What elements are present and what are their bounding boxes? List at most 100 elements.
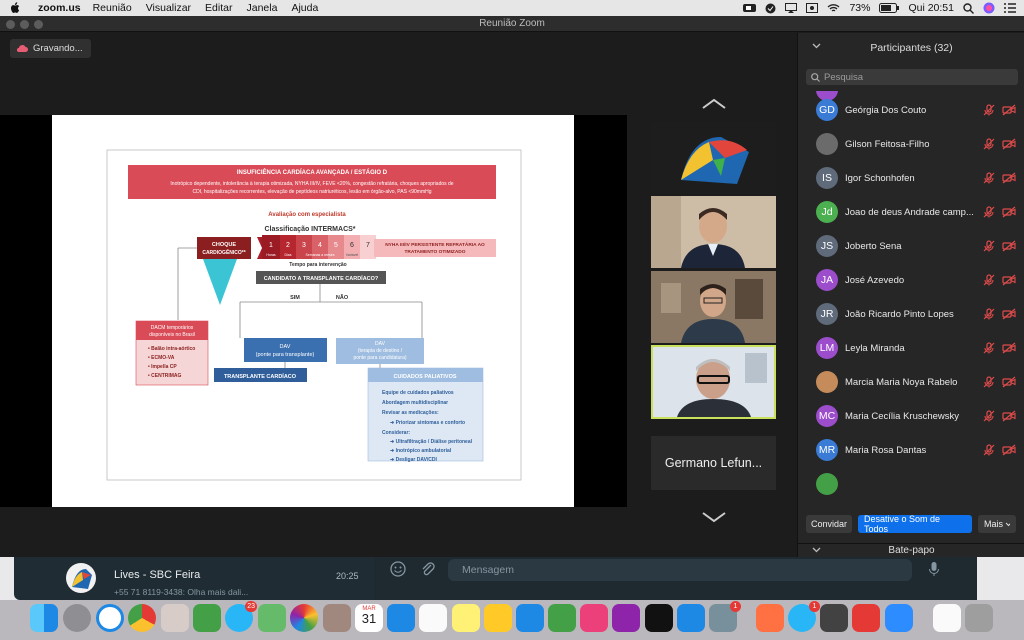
participant-row[interactable]: JS Joberto Sena [798, 229, 1024, 263]
reminders-icon[interactable] [419, 604, 447, 632]
participant-row[interactable]: Marcia Maria Noya Rabelo [798, 365, 1024, 399]
airplay-icon[interactable] [785, 3, 798, 13]
notification-center-icon[interactable] [1004, 3, 1016, 13]
microphone-icon[interactable] [928, 561, 940, 577]
participant-row[interactable]: Jd Joao de deus Andrade camp... [798, 195, 1024, 229]
video-off-icon[interactable] [1002, 240, 1016, 252]
podcasts-icon[interactable] [612, 604, 640, 632]
photos-icon[interactable] [290, 604, 318, 632]
whatsapp-dock-icon[interactable]: 1 [788, 601, 820, 632]
muted-mic-icon[interactable] [983, 376, 995, 388]
close-window-icon[interactable] [6, 20, 15, 29]
participant-row[interactable]: MR Maria Rosa Dantas [798, 433, 1024, 467]
chat-header[interactable]: Bate-papo [798, 543, 1024, 557]
video-off-icon[interactable] [1002, 104, 1016, 116]
system-preferences-icon[interactable]: 1 [709, 601, 741, 632]
facetime-icon[interactable] [193, 604, 221, 632]
launchpad-icon[interactable] [63, 604, 91, 632]
video-off-icon[interactable] [1002, 308, 1016, 320]
music-icon[interactable] [580, 604, 608, 632]
clock[interactable]: Qui 20:51 [908, 2, 954, 14]
muted-mic-icon[interactable] [983, 308, 995, 320]
maps-icon[interactable] [258, 604, 286, 632]
participant-row[interactable]: JA José Azevedo [798, 263, 1024, 297]
participants-search-input[interactable]: Pesquisa [806, 69, 1018, 85]
menu-reuniao[interactable]: Reunião [93, 2, 132, 14]
zoom-status-icon[interactable] [743, 3, 757, 13]
participant-row[interactable]: MC Maria Cecília Kruschewsky [798, 399, 1024, 433]
siri-icon[interactable] [983, 2, 995, 14]
maximize-window-icon[interactable] [34, 20, 43, 29]
menu-janela[interactable]: Janela [246, 2, 277, 14]
whatsapp-window[interactable]: Lives - SBC Feira 20:25 +55 71 8119-3438… [14, 557, 977, 600]
menu-editar[interactable]: Editar [205, 2, 232, 14]
scroll-down-icon[interactable] [700, 510, 728, 524]
more-button[interactable]: Mais [978, 515, 1016, 533]
menu-ajuda[interactable]: Ajuda [291, 2, 318, 14]
participant-row[interactable]: Gilson Feitosa-Filho [798, 127, 1024, 161]
video-off-icon[interactable] [1002, 172, 1016, 184]
menu-app-name[interactable]: zoom.us [38, 2, 81, 14]
muted-mic-icon[interactable] [983, 410, 995, 422]
video-off-icon[interactable] [1002, 444, 1016, 456]
app-store-icon[interactable] [677, 604, 705, 632]
attach-icon[interactable] [420, 561, 436, 577]
safari-icon[interactable] [96, 604, 124, 632]
participant-row[interactable]: GD Geórgia Dos Couto [798, 93, 1024, 127]
collapse-chevron-icon[interactable] [812, 43, 821, 49]
pages-icon[interactable] [484, 604, 512, 632]
keynote-icon[interactable] [516, 604, 544, 632]
video-off-icon[interactable] [1002, 342, 1016, 354]
trash-icon[interactable] [965, 604, 993, 632]
video-off-icon[interactable] [1002, 410, 1016, 422]
muted-mic-icon[interactable] [983, 206, 995, 218]
muted-mic-icon[interactable] [983, 138, 995, 150]
emoji-icon[interactable] [390, 561, 406, 577]
stickies-icon[interactable] [452, 604, 480, 632]
video-off-icon[interactable] [1002, 274, 1016, 286]
apple-tv-icon[interactable] [645, 604, 673, 632]
camera-app-icon[interactable] [820, 604, 848, 632]
finder-icon[interactable] [30, 604, 58, 632]
video-off-icon[interactable] [1002, 376, 1016, 388]
battery-icon[interactable] [879, 3, 900, 13]
wifi-icon[interactable] [827, 3, 840, 13]
document-icon[interactable] [933, 604, 961, 632]
video-tile-logo[interactable] [651, 122, 776, 194]
video-tile-participant-1[interactable] [651, 196, 776, 268]
muted-mic-icon[interactable] [983, 172, 995, 184]
muted-mic-icon[interactable] [983, 444, 995, 456]
scroll-up-icon[interactable] [700, 97, 728, 111]
acrobat-icon[interactable] [852, 604, 880, 632]
participant-row[interactable]: JR João Ricardo Pinto Lopes [798, 297, 1024, 331]
participant-row[interactable]: LM Leyla Miranda [798, 331, 1024, 365]
minimize-window-icon[interactable] [20, 20, 29, 29]
muted-mic-icon[interactable] [983, 104, 995, 116]
video-off-icon[interactable] [1002, 206, 1016, 218]
screen-record-icon[interactable] [806, 3, 819, 13]
spotlight-search-icon[interactable] [963, 2, 974, 14]
messages-icon[interactable]: 23 [225, 601, 257, 632]
apple-icon[interactable] [10, 2, 24, 14]
muted-mic-icon[interactable] [983, 274, 995, 286]
todo-icon[interactable] [387, 604, 415, 632]
participant-row[interactable]: IS Igor Schonhofen [798, 161, 1024, 195]
recording-indicator[interactable]: Gravando... [10, 39, 91, 58]
video-tile-active-speaker[interactable] [651, 345, 776, 419]
invite-button[interactable]: Convidar [806, 515, 852, 533]
muted-mic-icon[interactable] [983, 342, 995, 354]
contacts-icon[interactable] [323, 604, 351, 632]
zoom-dock-icon[interactable] [885, 604, 913, 632]
video-off-icon[interactable] [1002, 138, 1016, 150]
collapse-chat-chevron-icon[interactable] [812, 547, 821, 553]
vpn-icon[interactable] [765, 3, 776, 14]
chrome-icon[interactable] [128, 604, 156, 632]
menu-visualizar[interactable]: Visualizar [146, 2, 191, 14]
video-tile-participant-2[interactable] [651, 271, 776, 343]
numbers-icon[interactable] [548, 604, 576, 632]
message-input[interactable]: Mensagem [448, 559, 912, 581]
calendar-icon[interactable]: MAR 31 [355, 604, 383, 632]
mute-all-button[interactable]: Desative o Som de Todos [858, 514, 972, 534]
vlc-icon[interactable] [756, 604, 784, 632]
notes-app-icon[interactable] [161, 604, 189, 632]
